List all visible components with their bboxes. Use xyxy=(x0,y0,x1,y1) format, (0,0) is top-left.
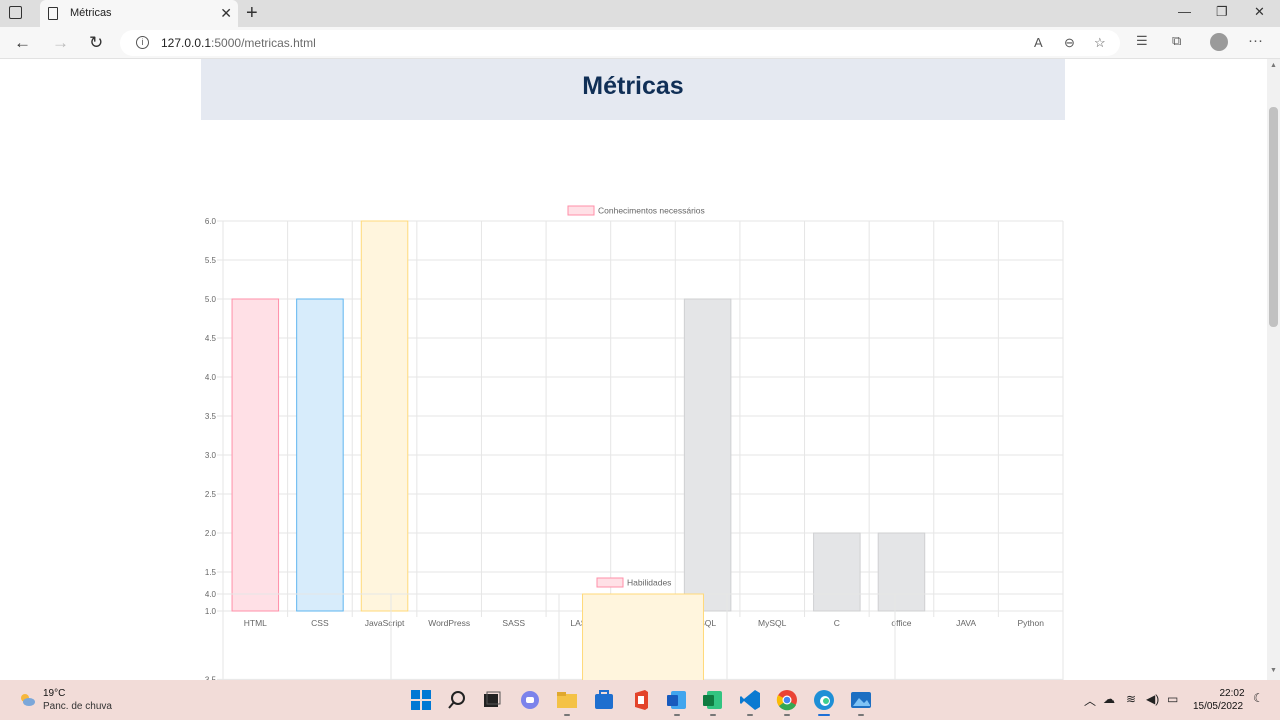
zoom-out-icon[interactable]: ⊖ xyxy=(1064,35,1075,51)
wifi-icon[interactable]: ≋ xyxy=(1126,692,1136,706)
running-indicator xyxy=(747,714,753,716)
favorite-icon[interactable]: ☆ xyxy=(1094,35,1106,51)
y-tick-label: 3.5 xyxy=(205,412,217,421)
active-indicator xyxy=(818,714,830,716)
restore-button[interactable]: ❐ xyxy=(1216,4,1228,20)
close-tab-icon[interactable]: ✕ xyxy=(220,5,232,22)
back-button[interactable]: ← xyxy=(14,33,31,53)
y-tick-label: 4.5 xyxy=(205,334,217,343)
edge-icon[interactable] xyxy=(813,689,835,711)
page-scrollbar[interactable]: ▲ ▼ xyxy=(1267,59,1280,680)
excel-icon[interactable] xyxy=(702,689,724,711)
microsoft-store-icon[interactable] xyxy=(593,689,615,711)
y-tick-label: 6.0 xyxy=(205,217,217,226)
address-bar: ← → ↻ i 127.0.0.1:5000/metricas.html A ⊖… xyxy=(0,27,1280,59)
file-explorer-icon[interactable] xyxy=(556,689,578,711)
forward-button[interactable]: → xyxy=(52,33,69,53)
tab-metricas[interactable]: Métricas ✕ xyxy=(40,0,238,27)
tab-title: Métricas xyxy=(70,7,112,19)
page-icon xyxy=(48,7,58,20)
url-path: :5000/metricas.html xyxy=(211,36,316,50)
running-indicator xyxy=(674,714,680,716)
favorites-icon[interactable]: ☰ xyxy=(1136,33,1148,49)
search-icon[interactable] xyxy=(446,689,468,711)
running-indicator xyxy=(784,714,790,716)
y-tick-label: 5.0 xyxy=(205,295,217,304)
y-tick-label: 2.0 xyxy=(205,529,217,538)
new-tab-button[interactable]: + xyxy=(246,2,258,25)
running-indicator xyxy=(710,714,716,716)
url-host: 127.0.0.1 xyxy=(161,36,212,50)
info-icon[interactable]: i xyxy=(136,36,149,49)
task-view-icon[interactable] xyxy=(481,689,503,711)
bar xyxy=(683,298,732,612)
weather-temp: 19°C xyxy=(43,688,66,699)
y-tick-label: 5.5 xyxy=(205,256,217,265)
bar xyxy=(582,593,704,680)
abilities-chart: 4.03.5Habilidades xyxy=(205,577,1064,680)
clock-time[interactable]: 22:02 xyxy=(1208,688,1256,699)
chrome-icon[interactable] xyxy=(776,689,798,711)
legend-label: Habilidades xyxy=(627,578,671,588)
tab-strip: Métricas ✕ + — ❐ ✕ xyxy=(0,0,1280,27)
read-aloud-icon[interactable]: A xyxy=(1034,35,1043,50)
notifications-icon[interactable]: ☾ xyxy=(1253,691,1264,705)
scroll-up-icon[interactable]: ▲ xyxy=(1270,62,1277,69)
refresh-button[interactable]: ↻ xyxy=(89,33,103,53)
bar xyxy=(296,298,344,612)
volume-icon[interactable]: ◀) xyxy=(1146,692,1159,706)
weather-icon[interactable] xyxy=(18,691,36,709)
vscode-icon[interactable] xyxy=(739,689,761,711)
close-window-button[interactable]: ✕ xyxy=(1254,4,1265,20)
scroll-thumb[interactable] xyxy=(1269,107,1278,327)
weather-desc: Panc. de chuva xyxy=(43,701,112,712)
taskbar: 19°C Panc. de chuva ︿ ☁ ≋ ◀) ▭ 22:02 15/… xyxy=(0,680,1280,720)
bar xyxy=(231,298,280,612)
battery-icon[interactable]: ▭ xyxy=(1167,692,1178,706)
collections-icon[interactable]: ⧉ xyxy=(1172,33,1181,49)
office-icon[interactable] xyxy=(630,689,652,711)
y-tick-label: 3.0 xyxy=(205,451,217,460)
scroll-down-icon[interactable]: ▼ xyxy=(1270,667,1277,674)
teams-chat-icon[interactable] xyxy=(519,689,541,711)
minimize-button[interactable]: — xyxy=(1178,4,1191,19)
page-title: Métricas xyxy=(582,72,684,100)
running-indicator xyxy=(858,714,864,716)
header-banner: Métricas xyxy=(201,59,1065,120)
page-viewport: Métricas 1.0 1.5 2.0 2.5 3.0 3.5 4.0 4.5 5.0 5.5 6… xyxy=(0,59,1280,680)
show-hidden-icons-icon[interactable]: ︿ xyxy=(1084,692,1096,709)
legend-label: Conhecimentos necessários xyxy=(598,206,705,216)
legend-swatch xyxy=(567,205,595,216)
y-tick-label: 2.5 xyxy=(205,490,217,499)
y-tick-label: 4.0 xyxy=(205,373,217,382)
y-tick-label: 4.0 xyxy=(205,590,217,599)
url-field[interactable]: i 127.0.0.1:5000/metricas.html A ⊖ ☆ xyxy=(120,30,1120,56)
url-text: 127.0.0.1:5000/metricas.html xyxy=(161,36,316,50)
start-icon[interactable] xyxy=(410,689,432,711)
running-indicator xyxy=(564,714,570,716)
photos-icon[interactable] xyxy=(850,689,872,711)
tab-actions-icon[interactable] xyxy=(9,6,22,19)
legend-swatch xyxy=(596,577,624,588)
word-icon[interactable] xyxy=(666,689,688,711)
onedrive-icon[interactable]: ☁ xyxy=(1103,692,1115,706)
clock-date[interactable]: 15/05/2022 xyxy=(1188,701,1248,712)
avatar[interactable] xyxy=(1210,33,1228,51)
more-options-icon[interactable]: ··· xyxy=(1248,32,1263,49)
bar xyxy=(360,220,409,612)
